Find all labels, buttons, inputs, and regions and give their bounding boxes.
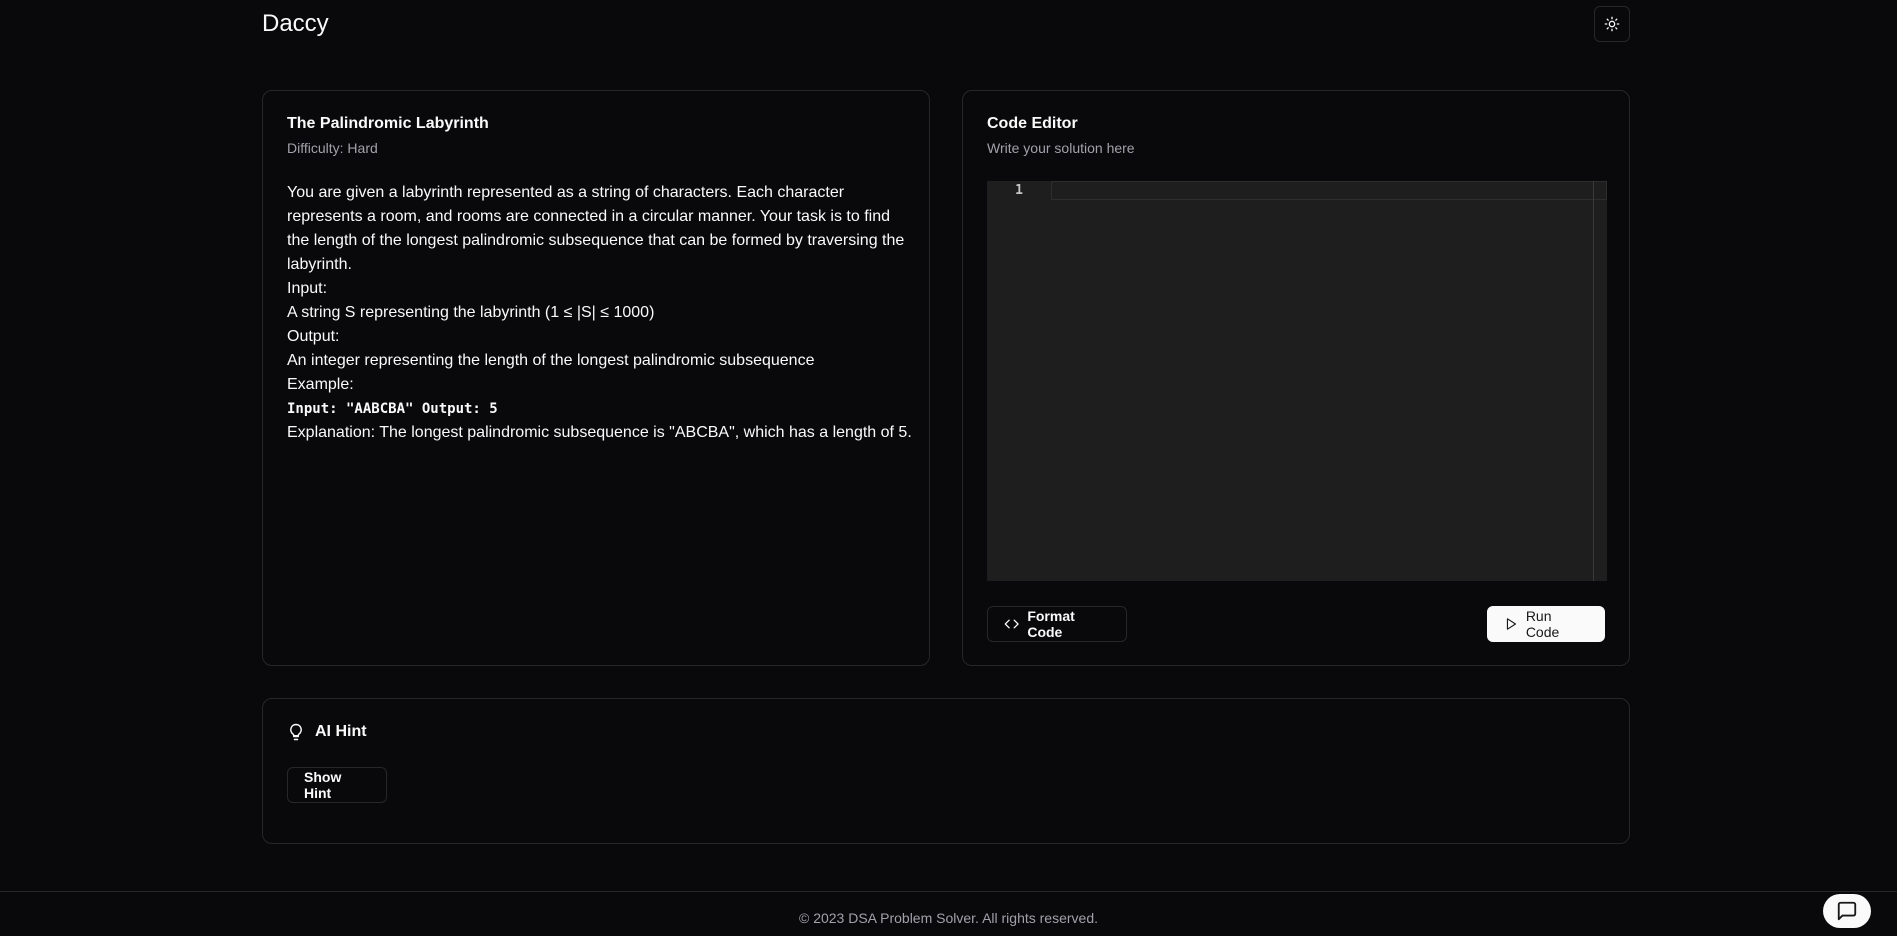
- footer: © 2023 DSA Problem Solver. All rights re…: [0, 891, 1897, 936]
- input-label: Input:: [287, 280, 328, 297]
- current-line-highlight: [1051, 181, 1607, 200]
- run-code-label: Run Code: [1525, 608, 1560, 640]
- brand-logo[interactable]: Daccy: [262, 10, 329, 38]
- show-hint-button[interactable]: Show Hint: [287, 767, 387, 803]
- editor-subtitle: Write your solution here: [987, 140, 1135, 156]
- theme-toggle-button[interactable]: [1594, 6, 1630, 42]
- hint-header: AI Hint: [287, 723, 367, 741]
- output-text: An integer representing the length of th…: [287, 352, 815, 369]
- hint-title: AI Hint: [315, 723, 367, 740]
- play-icon: [1506, 618, 1517, 630]
- problem-title: The Palindromic Labyrinth: [287, 115, 489, 132]
- format-code-label: Format Code: [1027, 608, 1075, 640]
- explanation-text: Explanation: The longest palindromic sub…: [287, 424, 912, 441]
- problem-description: You are given a labyrinth represented as…: [287, 181, 913, 445]
- difficulty-label: Difficulty: Hard: [287, 140, 378, 156]
- example-label: Example:: [287, 376, 354, 393]
- chat-icon: [1837, 901, 1857, 921]
- code-editor-card: Code Editor Write your solution here 1 F…: [962, 90, 1630, 666]
- format-code-button[interactable]: Format Code: [987, 606, 1127, 642]
- footer-copyright: © 2023 DSA Problem Solver. All rights re…: [798, 910, 1098, 926]
- run-code-button[interactable]: Run Code: [1487, 606, 1605, 642]
- ai-hint-card: AI Hint Show Hint: [262, 698, 1630, 844]
- input-text: A string S representing the labyrinth (1…: [287, 304, 655, 321]
- code-icon: [1004, 619, 1019, 629]
- description-text: You are given a labyrinth represented as…: [287, 184, 905, 273]
- line-number: 1: [1015, 183, 1023, 198]
- editor-title: Code Editor: [987, 115, 1078, 132]
- chat-button[interactable]: [1823, 894, 1871, 928]
- line-gutter: 1: [987, 181, 1051, 581]
- editor-scrollbar[interactable]: [1593, 181, 1594, 581]
- example-code: Input: "AABCBA" Output: 5: [287, 401, 498, 417]
- lightbulb-icon: [290, 723, 302, 741]
- code-input[interactable]: 1: [987, 181, 1607, 581]
- output-label: Output:: [287, 328, 340, 345]
- sun-icon: [1604, 16, 1620, 32]
- problem-card: The Palindromic Labyrinth Difficulty: Ha…: [262, 90, 930, 666]
- show-hint-label: Show Hint: [304, 769, 342, 801]
- header: Daccy: [262, 0, 1630, 50]
